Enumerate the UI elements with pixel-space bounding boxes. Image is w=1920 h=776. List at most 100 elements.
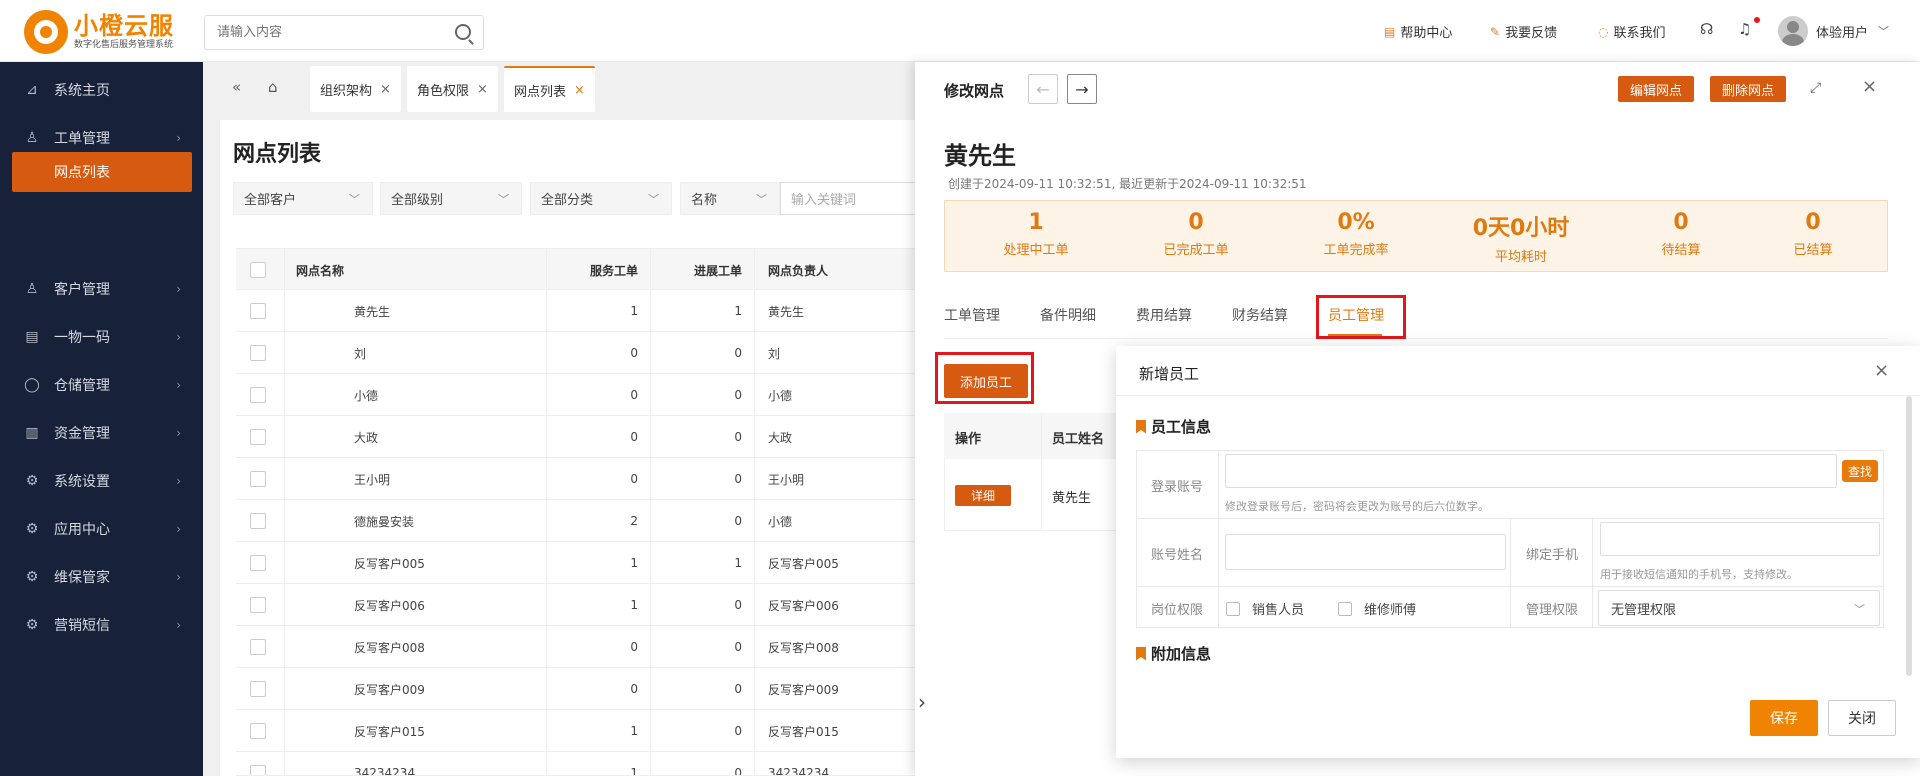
- gear-icon: ⚙: [25, 617, 39, 633]
- column-header: 操作: [955, 432, 982, 447]
- double-chevron-left-icon[interactable]: «: [232, 78, 241, 96]
- prev-arrow-icon[interactable]: ←: [1028, 74, 1058, 104]
- select-all-checkbox[interactable]: [250, 262, 266, 278]
- service-count: 0: [630, 682, 638, 696]
- table-row[interactable]: 34234234 1 0 34234234: [236, 752, 920, 776]
- logo[interactable]: 小橙云服 数字化售后服务管理系统: [24, 8, 184, 56]
- row-checkbox[interactable]: [250, 723, 266, 739]
- row-checkbox[interactable]: [250, 765, 266, 775]
- chevron-right-icon: ›: [176, 474, 181, 488]
- search-input[interactable]: [205, 16, 435, 49]
- row-checkbox[interactable]: [250, 597, 266, 613]
- sidebar-item-point-list[interactable]: 网点列表: [12, 152, 192, 192]
- row-checkbox[interactable]: [250, 429, 266, 445]
- sidebar-item-settings[interactable]: ⚙ 系统设置 ›: [0, 457, 203, 505]
- table-row[interactable]: 小德 0 0 小德: [236, 374, 920, 416]
- chevron-right-icon[interactable]: ›: [918, 690, 926, 714]
- avatar[interactable]: [1778, 16, 1808, 46]
- close-icon[interactable]: ×: [380, 82, 391, 97]
- table-row[interactable]: 德施曼安装 2 0 小德: [236, 500, 920, 542]
- chevron-right-icon: ›: [176, 426, 181, 440]
- sidebar-item-sms[interactable]: ⚙ 营销短信 ›: [0, 601, 203, 649]
- tab-fees[interactable]: 费用结算: [1136, 305, 1192, 325]
- keyword-input[interactable]: 输入关键词: [780, 182, 920, 215]
- tab-roles[interactable]: 角色权限 ×: [407, 66, 498, 112]
- home-icon[interactable]: ⌂: [268, 78, 278, 96]
- table-row[interactable]: 反写客户009 0 0 反写客户009: [236, 668, 920, 710]
- progress-count: 0: [734, 346, 742, 360]
- bar-chart-icon: ▥: [25, 425, 39, 441]
- sidebar-item-qrcode[interactable]: ▤ 一物一码 ›: [0, 313, 203, 361]
- filter-level[interactable]: 全部级别 ﹀: [380, 182, 522, 215]
- detail-button[interactable]: 详细: [955, 485, 1011, 506]
- close-button[interactable]: 关闭: [1828, 700, 1896, 736]
- row-checkbox[interactable]: [250, 555, 266, 571]
- tab-finance[interactable]: 财务结算: [1232, 305, 1288, 325]
- filter-field[interactable]: 名称 ﹀: [680, 182, 780, 215]
- save-button[interactable]: 保存: [1750, 700, 1818, 736]
- table-row[interactable]: 反写客户006 1 0 反写客户006: [236, 584, 920, 626]
- tab-org[interactable]: 组织架构 ×: [310, 66, 401, 112]
- point-name: 德施曼安装: [354, 514, 415, 529]
- row-checkbox[interactable]: [250, 471, 266, 487]
- point-owner: 黄先生: [768, 304, 805, 319]
- row-checkbox[interactable]: [250, 303, 266, 319]
- role-sales-checkbox[interactable]: 销售人员: [1226, 599, 1304, 618]
- feedback-link[interactable]: ✎ 我要反馈: [1490, 22, 1557, 42]
- row-checkbox[interactable]: [250, 513, 266, 529]
- point-owner: 小德: [768, 388, 793, 403]
- bell-icon[interactable]: ♫: [1738, 20, 1751, 38]
- user-name[interactable]: 体验用户: [1816, 22, 1868, 41]
- list-icon: ▤: [25, 329, 39, 345]
- row-checkbox[interactable]: [250, 387, 266, 403]
- sidebar-item-app-center[interactable]: ⚙ 应用中心 ›: [0, 505, 203, 553]
- phone-input[interactable]: [1600, 522, 1880, 556]
- table-row[interactable]: 王小明 0 0 王小明: [236, 458, 920, 500]
- chevron-right-icon: ›: [176, 131, 181, 145]
- filter-category[interactable]: 全部分类 ﹀: [530, 182, 672, 215]
- table-row[interactable]: 大政 0 0 大政: [236, 416, 920, 458]
- progress-count: 0: [734, 472, 742, 486]
- tab-parts[interactable]: 备件明细: [1040, 305, 1096, 325]
- table-row[interactable]: 反写客户005 1 1 反写客户005: [236, 542, 920, 584]
- next-arrow-icon[interactable]: →: [1067, 74, 1097, 104]
- sidebar-item-maintenance[interactable]: ⚙ 维保管家 ›: [0, 553, 203, 601]
- row-checkbox[interactable]: [250, 639, 266, 655]
- row-checkbox[interactable]: [250, 345, 266, 361]
- close-icon[interactable]: ×: [477, 82, 488, 97]
- account-name-input[interactable]: [1225, 534, 1506, 570]
- close-icon[interactable]: ×: [1874, 360, 1889, 381]
- role-tech-checkbox[interactable]: 维修师傅: [1338, 599, 1416, 618]
- checkbox[interactable]: [1338, 601, 1352, 616]
- sidebar-item-home[interactable]: ⊿ 系统主页: [0, 66, 203, 114]
- edit-point-button[interactable]: 编辑网点: [1618, 76, 1694, 102]
- sidebar-item-customers[interactable]: ♙ 客户管理 ›: [0, 265, 203, 313]
- contact-link[interactable]: ◌ 联系我们: [1598, 22, 1666, 42]
- table-row[interactable]: 反写客户015 1 0 反写客户015: [236, 710, 920, 752]
- delete-point-button[interactable]: 删除网点: [1710, 76, 1786, 102]
- search-icon[interactable]: [455, 24, 471, 40]
- login-account-input[interactable]: [1225, 454, 1837, 488]
- help-center-link[interactable]: ▤ 帮助中心: [1384, 22, 1452, 42]
- table-row[interactable]: 黄先生 1 1 黄先生: [236, 290, 920, 332]
- fullscreen-icon[interactable]: ⤢: [1810, 80, 1821, 96]
- chevron-down-icon[interactable]: ﹀: [1878, 23, 1889, 39]
- sidebar-item-warehouse[interactable]: ◯ 仓储管理 ›: [0, 361, 203, 409]
- sidebar-item-funds[interactable]: ▥ 资金管理 ›: [0, 409, 203, 457]
- table-row[interactable]: 刘 0 0 刘: [236, 332, 920, 374]
- table-row[interactable]: 反写客户008 0 0 反写客户008: [236, 626, 920, 668]
- row-checkbox[interactable]: [250, 681, 266, 697]
- tab-workorders[interactable]: 工单管理: [944, 305, 1000, 325]
- perm-label: 管理权限: [1526, 603, 1579, 618]
- checkbox[interactable]: [1226, 601, 1240, 616]
- headset-icon[interactable]: ☊: [1700, 20, 1713, 38]
- chevron-right-icon: ›: [176, 570, 181, 584]
- close-icon[interactable]: ×: [574, 83, 585, 98]
- tab-point-list[interactable]: 网点列表 ×: [504, 66, 595, 112]
- close-icon[interactable]: ×: [1862, 76, 1877, 97]
- point-owner: 王小明: [768, 472, 805, 487]
- find-button[interactable]: 查找: [1842, 460, 1878, 482]
- filter-customer[interactable]: 全部客户 ﹀: [233, 182, 373, 215]
- permission-select[interactable]: 无管理权限 ﹀: [1598, 590, 1880, 626]
- modal-scrollbar[interactable]: [1906, 396, 1912, 676]
